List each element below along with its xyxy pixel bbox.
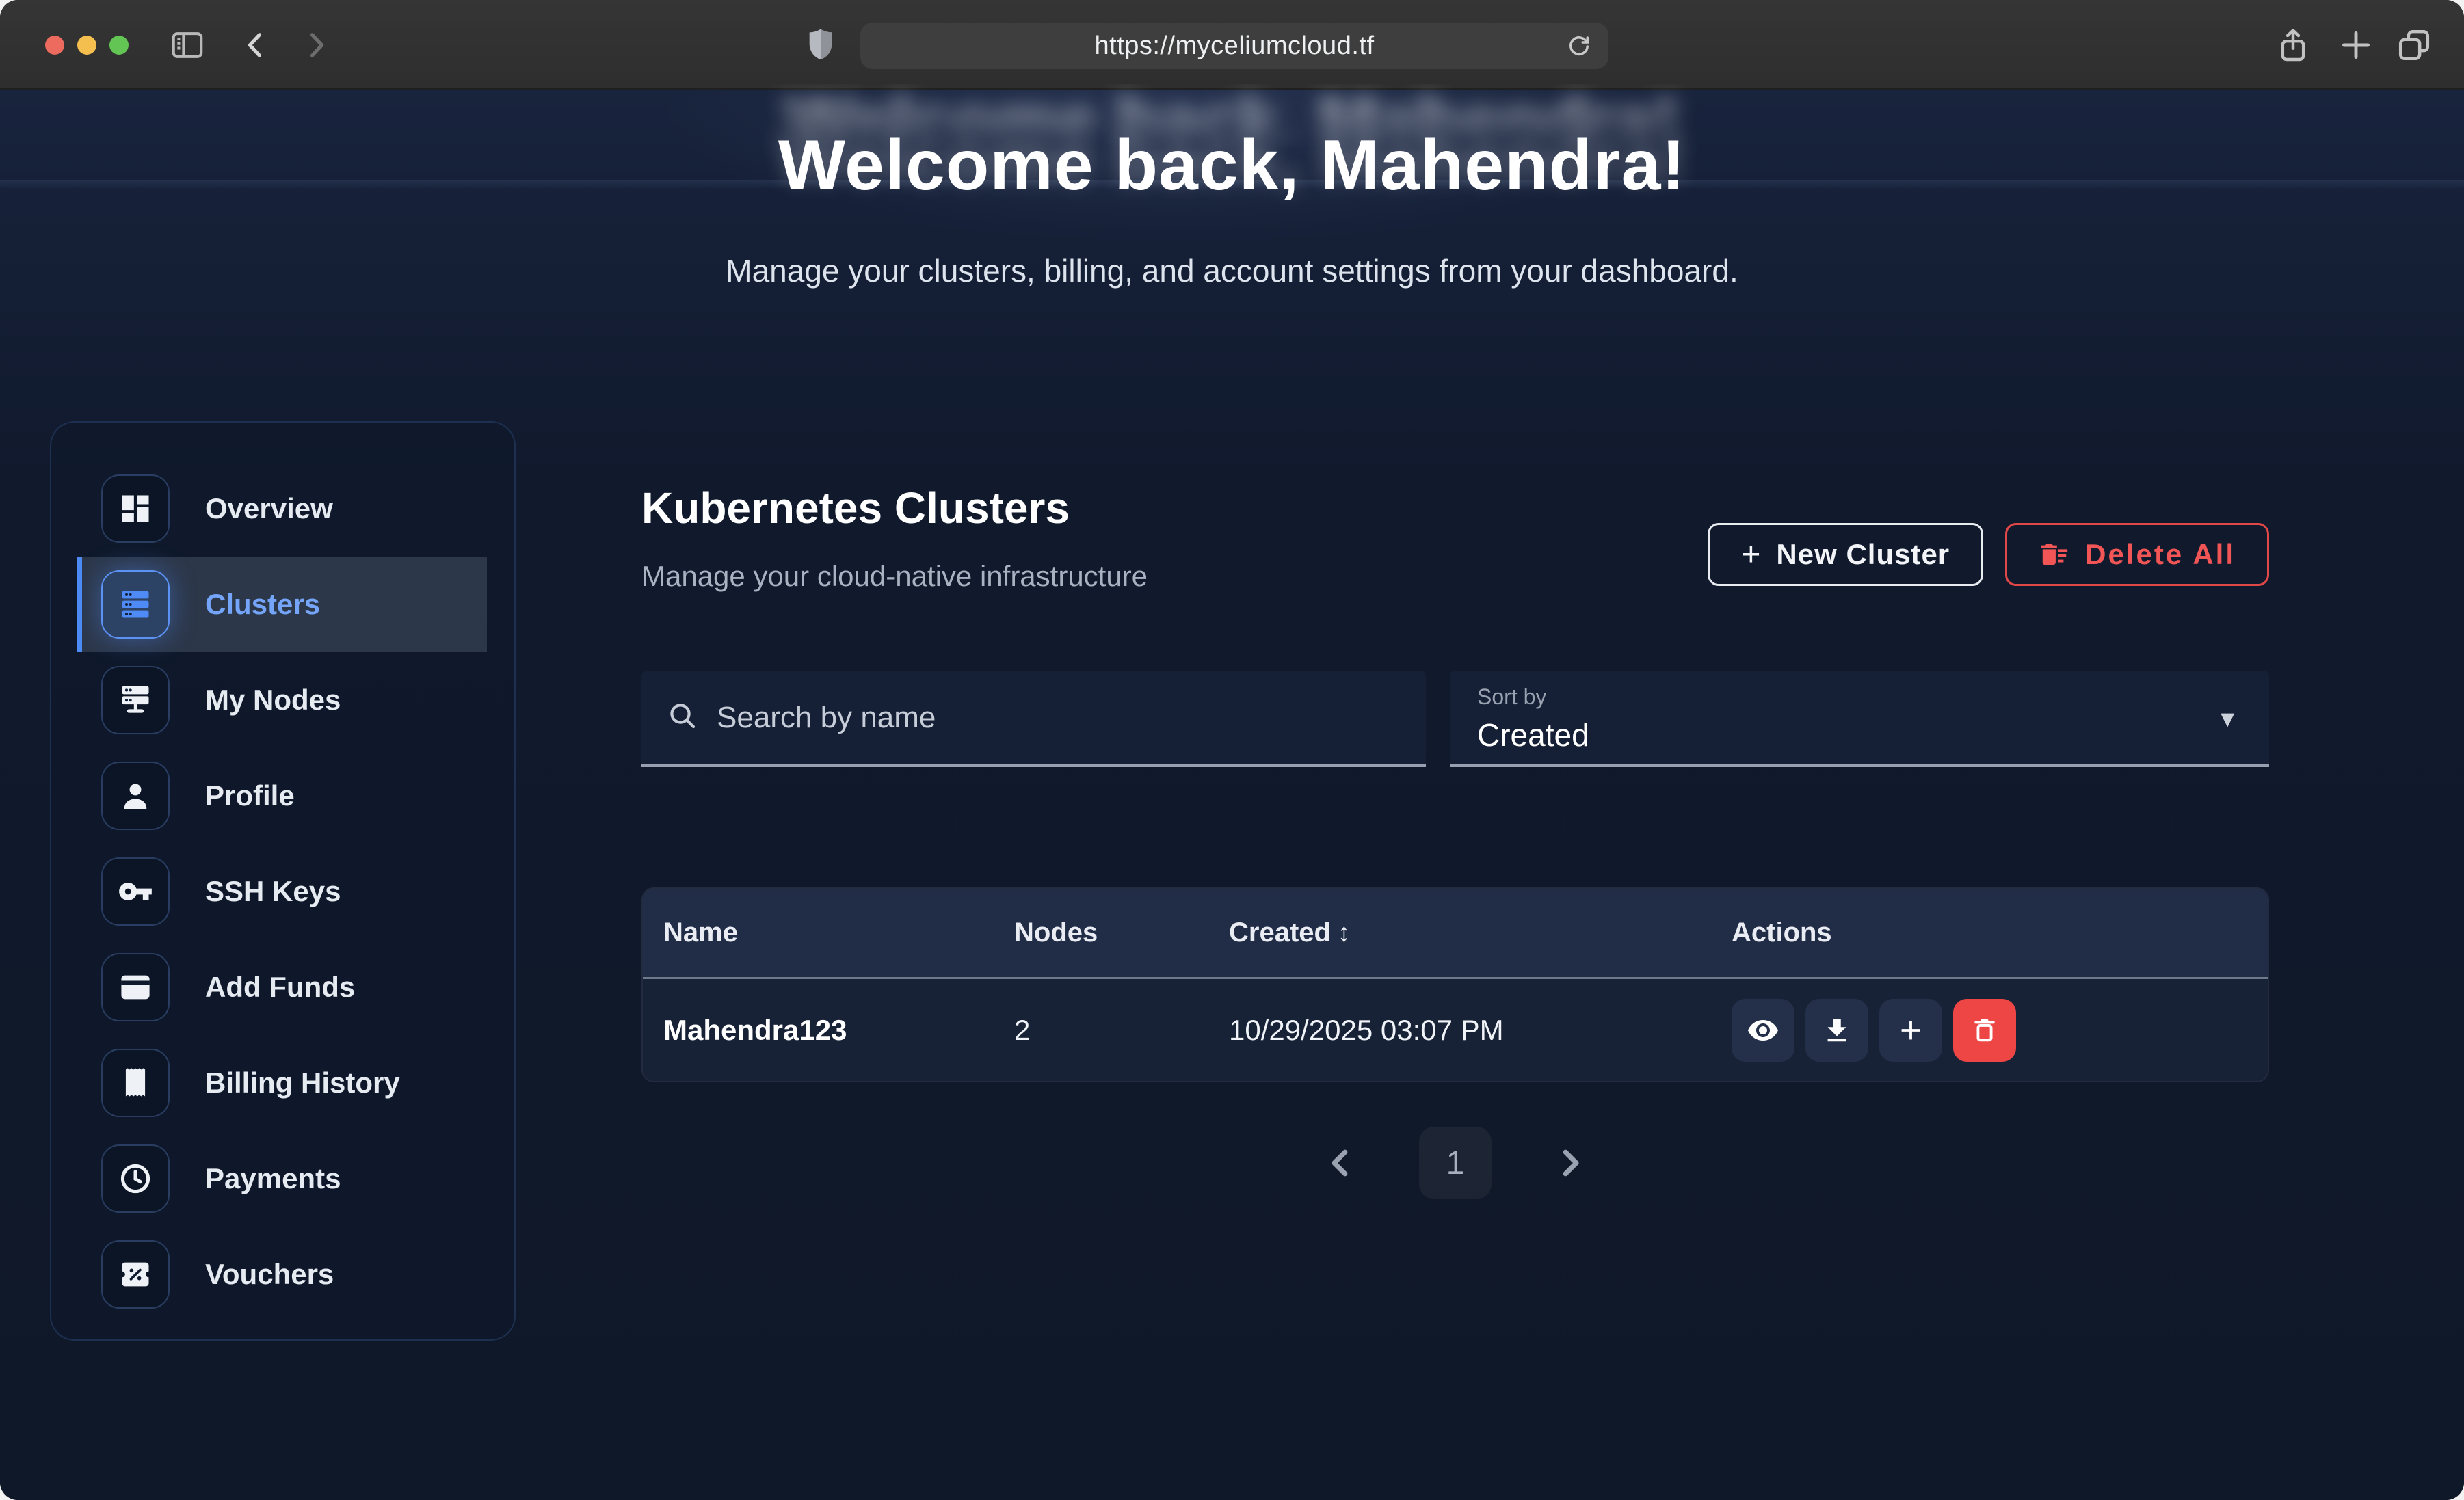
view-cluster-button[interactable] <box>1732 999 1794 1062</box>
pagination: 1 <box>641 1127 2269 1199</box>
chevron-left-icon <box>1322 1144 1359 1181</box>
voucher-icon <box>101 1240 170 1309</box>
column-header-name: Name <box>663 918 1014 948</box>
sidebar-item-billing-history[interactable]: Billing History <box>77 1035 487 1131</box>
sidebar-item-profile[interactable]: Profile <box>77 748 487 844</box>
download-kubeconfig-button[interactable] <box>1805 999 1868 1062</box>
new-tab-icon[interactable] <box>2332 0 2380 90</box>
column-header-created[interactable]: Created↕ <box>1229 918 1732 948</box>
column-header-nodes: Nodes <box>1014 918 1229 948</box>
add-node-button[interactable] <box>1879 999 1942 1062</box>
page-title: Kubernetes Clusters <box>641 483 1070 533</box>
page-content: Welcome back, Mahendra! Welcome back, Ma… <box>0 90 2464 1500</box>
privacy-shield-icon[interactable] <box>799 0 843 90</box>
header-actions: + New Cluster Delete All <box>1708 523 2269 586</box>
sidebar-item-label: Clusters <box>205 588 320 621</box>
column-header-actions: Actions <box>1732 918 2247 948</box>
search-input[interactable] <box>717 701 1401 735</box>
credit-card-icon <box>101 953 170 1021</box>
sidebar-item-label: Profile <box>205 779 295 812</box>
cluster-nodes: 2 <box>1014 1014 1229 1047</box>
cluster-created: 10/29/2025 03:07 PM <box>1229 1014 1732 1047</box>
cluster-name: Mahendra123 <box>663 1014 1014 1047</box>
share-icon[interactable] <box>2269 0 2317 90</box>
profile-icon <box>101 762 170 830</box>
sidebar-item-payments[interactable]: Payments <box>77 1131 487 1227</box>
trash-icon <box>1969 1015 2000 1046</box>
row-actions <box>1732 999 2247 1062</box>
search-icon <box>666 699 699 736</box>
sidebar-item-label: Billing History <box>205 1067 400 1099</box>
sort-by-label: Sort by <box>1477 684 2242 710</box>
next-page-button[interactable] <box>1552 1144 1589 1181</box>
table-header: Name Nodes Created↕ Actions <box>643 889 2268 979</box>
back-icon[interactable] <box>235 0 276 90</box>
chevron-right-icon <box>1552 1144 1589 1181</box>
zoom-window-button[interactable] <box>109 36 129 55</box>
sidebar-item-add-funds[interactable]: Add Funds <box>77 939 487 1035</box>
sidebar-item-vouchers[interactable]: Vouchers <box>77 1227 487 1322</box>
browser-window: https://myceliumcloud.tf <box>0 0 2464 1500</box>
sidebar-item-label: Vouchers <box>205 1258 334 1291</box>
sidebar-toggle-icon[interactable] <box>167 0 208 90</box>
nodes-icon <box>101 666 170 734</box>
receipt-icon <box>101 1049 170 1117</box>
delete-sweep-icon <box>2039 539 2070 570</box>
table-row: Mahendra123 2 10/29/2025 03:07 PM <box>643 979 2268 1081</box>
download-icon <box>1821 1015 1853 1046</box>
welcome-title: Welcome back, Mahendra! <box>0 125 2464 206</box>
sidebar-item-my-nodes[interactable]: My Nodes <box>77 652 487 748</box>
new-cluster-button[interactable]: + New Cluster <box>1708 523 1983 586</box>
sidebar-item-clusters[interactable]: Clusters <box>77 557 487 652</box>
minimize-window-button[interactable] <box>77 36 96 55</box>
browser-chrome: https://myceliumcloud.tf <box>0 0 2464 90</box>
reload-icon[interactable] <box>1565 32 1593 61</box>
forward-icon[interactable] <box>295 0 336 90</box>
sidebar: Overview <box>50 421 516 1341</box>
delete-cluster-button[interactable] <box>1953 999 2016 1062</box>
welcome-subtitle: Manage your clusters, billing, and accou… <box>0 252 2464 289</box>
clock-icon <box>101 1144 170 1213</box>
sidebar-item-label: My Nodes <box>205 684 341 716</box>
close-window-button[interactable] <box>45 36 64 55</box>
sidebar-item-ssh-keys[interactable]: SSH Keys <box>77 844 487 939</box>
key-icon <box>101 857 170 926</box>
url-text: https://myceliumcloud.tf <box>1094 31 1374 61</box>
page-subtitle: Manage your cloud-native infrastructure <box>641 560 1148 593</box>
chevron-down-icon: ▼ <box>2216 706 2239 733</box>
clusters-table: Name Nodes Created↕ Actions Mahendra123 … <box>641 887 2269 1082</box>
sort-arrows-icon: ↕ <box>1338 919 1351 948</box>
sidebar-item-overview[interactable]: Overview <box>77 461 487 557</box>
dashboard-icon <box>101 474 170 543</box>
eye-icon <box>1747 1014 1779 1047</box>
new-cluster-label: New Cluster <box>1776 538 1950 571</box>
tab-overview-icon[interactable] <box>2390 0 2438 90</box>
previous-page-button[interactable] <box>1322 1144 1359 1181</box>
sidebar-item-label: Payments <box>205 1162 341 1195</box>
sidebar-item-label: SSH Keys <box>205 875 341 908</box>
sidebar-item-label: Overview <box>205 492 333 525</box>
page-number-button[interactable]: 1 <box>1419 1127 1492 1199</box>
sidebar-item-label: Add Funds <box>205 971 355 1004</box>
delete-all-label: Delete All <box>2085 538 2236 571</box>
address-bar[interactable]: https://myceliumcloud.tf <box>860 23 1608 69</box>
clusters-icon <box>101 570 170 639</box>
delete-all-button[interactable]: Delete All <box>2005 523 2269 586</box>
plus-icon <box>1895 1015 1926 1046</box>
sort-value: Created <box>1477 716 2242 753</box>
search-bar <box>641 671 1426 767</box>
plus-icon: + <box>1741 536 1761 574</box>
sort-dropdown[interactable]: Sort by Created ▼ <box>1450 671 2269 767</box>
